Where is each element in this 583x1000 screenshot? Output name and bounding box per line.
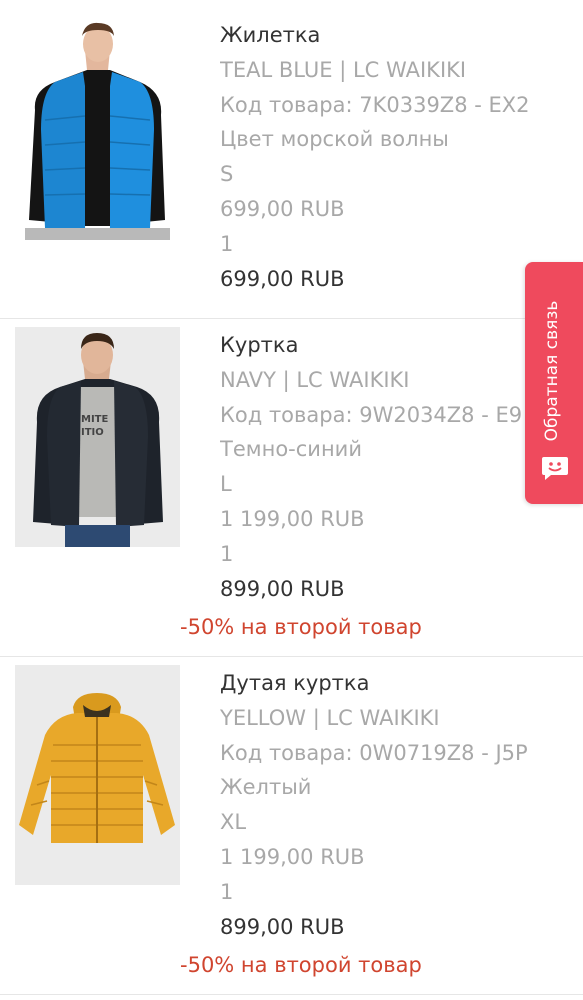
svg-text:ITIO: ITIO [81, 427, 104, 438]
product-name[interactable]: Куртка [220, 328, 543, 363]
svg-text:MITE: MITE [81, 414, 108, 425]
product-image[interactable]: MITE ITIO [15, 327, 180, 547]
product-color: Желтый [220, 775, 312, 800]
product-sku: Код товара: 7K0339Z8 - EX2 [220, 92, 530, 117]
product-info: Дутая куртка YELLOW | LC WAIKIKI Код тов… [220, 666, 543, 944]
product-name[interactable]: Дутая куртка [220, 666, 543, 701]
promo-label: -50% на второй товар [180, 615, 422, 639]
product-color: Цвет морской волны [220, 127, 449, 152]
line-total: 699,00 RUB [220, 266, 345, 291]
promo-label: -50% на второй товар [180, 953, 422, 977]
product-image[interactable] [15, 665, 180, 885]
cart-item: MITE ITIO Куртка NAVY | LC WAIKIKI Код т… [0, 319, 583, 657]
quantity: 1 [220, 541, 234, 566]
feedback-button[interactable]: Обратная связь [525, 262, 583, 504]
unit-price: 1 199,00 RUB [220, 506, 365, 531]
unit-price: 1 199,00 RUB [220, 844, 365, 869]
product-name[interactable]: Жилетка [220, 18, 543, 53]
quantity: 1 [220, 231, 234, 256]
puffer-jacket-product-photo [15, 665, 180, 885]
unit-price: 699,00 RUB [220, 196, 345, 221]
cart-item: Жилетка TEAL BLUE | LC WAIKIKI Код товар… [0, 14, 583, 319]
product-size: S [220, 162, 234, 187]
chat-icon [542, 457, 568, 480]
line-total: 899,00 RUB [220, 914, 345, 939]
product-size: L [220, 472, 232, 497]
quantity: 1 [220, 879, 234, 904]
product-brand: NAVY | LC WAIKIKI [220, 367, 410, 392]
cart-item: Дутая куртка YELLOW | LC WAIKIKI Код тов… [0, 657, 583, 995]
product-size: XL [220, 810, 247, 835]
product-brand: YELLOW | LC WAIKIKI [220, 705, 440, 730]
line-total: 899,00 RUB [220, 576, 345, 601]
product-info: Жилетка TEAL BLUE | LC WAIKIKI Код товар… [220, 18, 543, 296]
product-brand: TEAL BLUE | LC WAIKIKI [220, 57, 467, 82]
product-sku: Код товара: 9W2034Z8 - E9 [220, 402, 523, 427]
product-info: Куртка NAVY | LC WAIKIKI Код товара: 9W2… [220, 328, 543, 606]
jacket-product-photo: MITE ITIO [15, 327, 180, 547]
product-color: Темно-синий [220, 437, 362, 462]
product-sku: Код товара: 0W0719Z8 - J5P [220, 740, 528, 765]
vest-product-photo [15, 20, 180, 240]
feedback-label: Обратная связь [542, 300, 562, 442]
product-image[interactable] [15, 20, 180, 240]
